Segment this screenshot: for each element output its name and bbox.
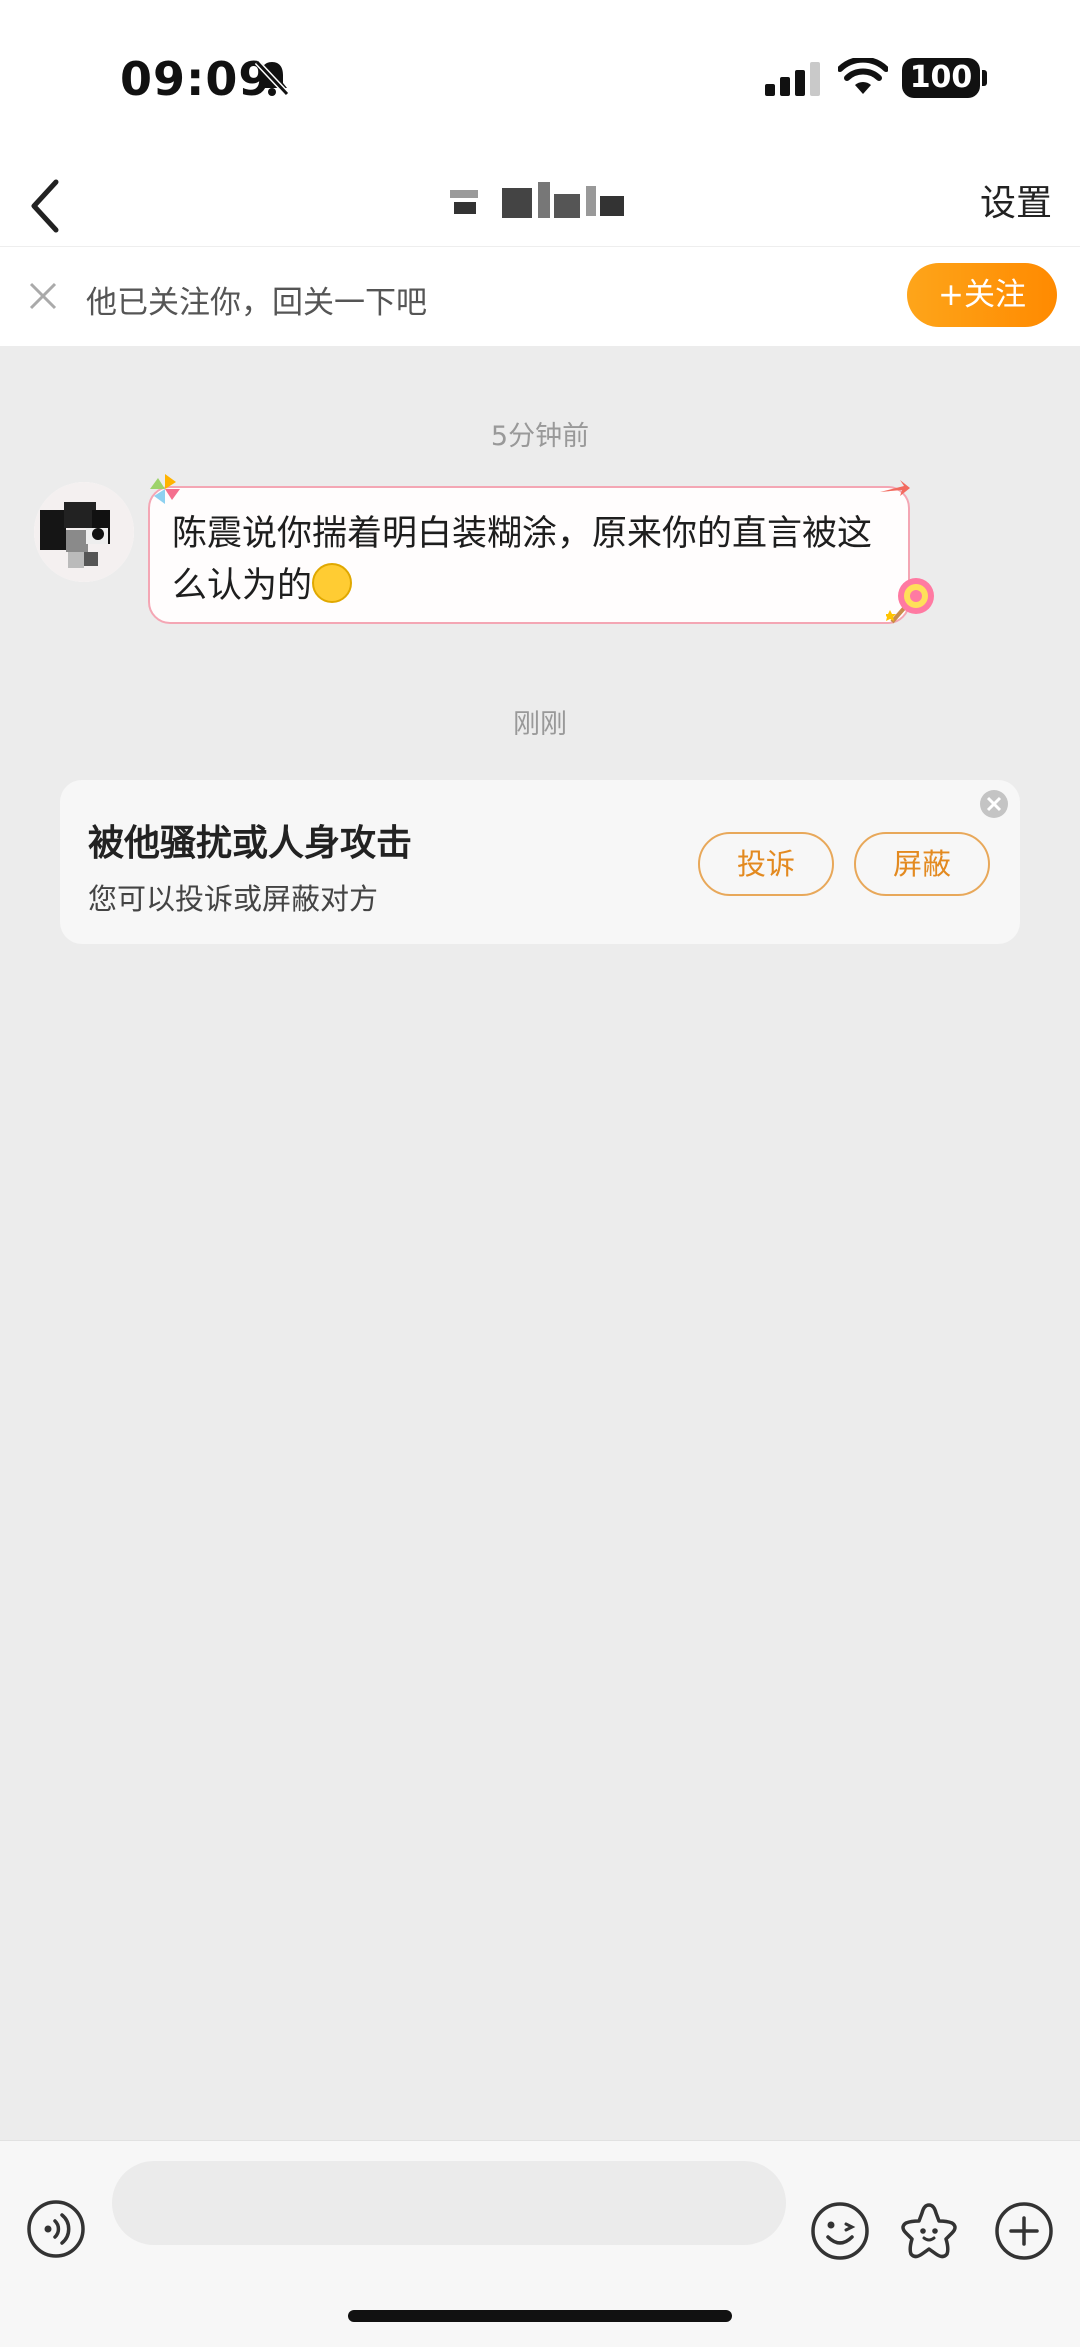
- plus-circle-icon[interactable]: [994, 2201, 1054, 2261]
- sticker-star-icon[interactable]: [898, 2201, 960, 2261]
- nav-bar: 设置: [0, 160, 1080, 246]
- cellular-signal-icon: [765, 62, 820, 96]
- laughing-tears-emoji-icon: [312, 563, 353, 603]
- notice-subtitle: 您可以投诉或屏蔽对方: [88, 882, 379, 916]
- back-chevron-icon[interactable]: [22, 170, 72, 236]
- settings-button[interactable]: 设置: [980, 174, 1052, 226]
- wifi-icon: [838, 58, 888, 94]
- voice-icon[interactable]: [26, 2199, 86, 2259]
- notice-timestamp: 刚刚: [513, 709, 567, 740]
- follow-button[interactable]: +关注: [907, 263, 1057, 327]
- battery-icon: 100: [902, 58, 980, 98]
- avatar-image: [34, 482, 134, 582]
- message-input[interactable]: [112, 2161, 786, 2245]
- message-text: 陈震说你揣着明白装糊涂，原来你的直言被这么认为的: [172, 514, 873, 606]
- pinwheel-decoration-icon: [150, 474, 180, 504]
- message-bubble[interactable]: 陈震说你揣着明白装糊涂，原来你的直言被这么认为的: [148, 486, 910, 624]
- emoji-smile-icon[interactable]: [810, 2201, 870, 2261]
- avatar[interactable]: [34, 482, 134, 582]
- page-title-redacted: [450, 172, 630, 226]
- message-timestamp: 5分钟前: [490, 421, 590, 452]
- arrow-decoration-icon: [880, 480, 910, 496]
- block-button[interactable]: 屏蔽: [854, 832, 990, 896]
- follow-back-banner: 他已关注你，回关一下吧 +关注: [0, 246, 1080, 346]
- close-icon[interactable]: [26, 279, 60, 313]
- status-bar: 09:09 100: [0, 0, 1080, 160]
- notice-title: 被他骚扰或人身攻击: [88, 823, 413, 864]
- battery-tip: [982, 70, 987, 86]
- bell-muted-icon: [254, 59, 290, 97]
- follow-banner-text: 他已关注你，回关一下吧: [86, 285, 427, 321]
- harassment-notice-card: 被他骚扰或人身攻击 您可以投诉或屏蔽对方 投诉 屏蔽: [60, 780, 1020, 944]
- status-time: 09:09: [120, 52, 272, 106]
- home-indicator[interactable]: [348, 2310, 732, 2322]
- report-button[interactable]: 投诉: [698, 832, 834, 896]
- close-circle-icon[interactable]: [978, 788, 1010, 820]
- lollipop-decoration-icon: [886, 578, 934, 624]
